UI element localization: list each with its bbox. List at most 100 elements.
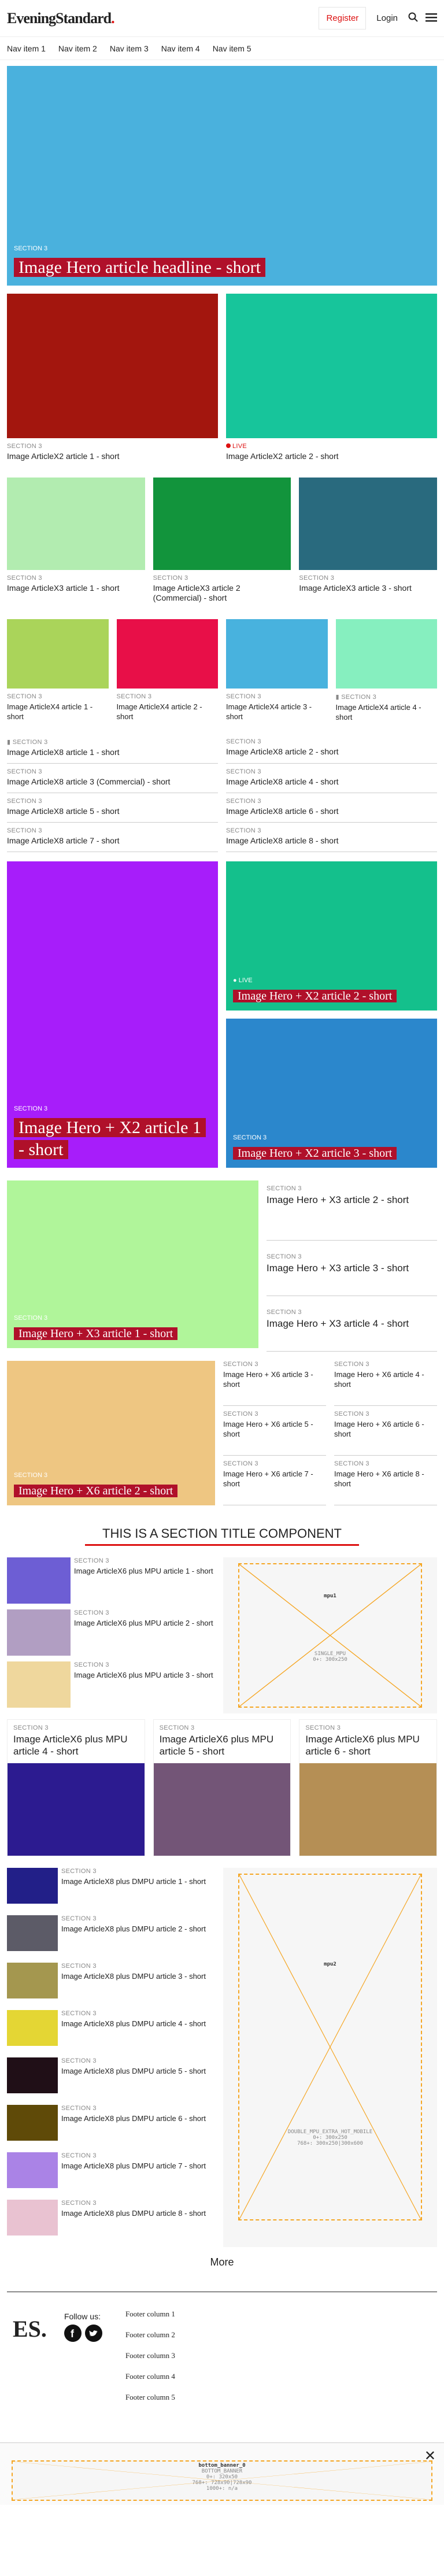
herox6-7[interactable]: SECTION 3 Image Hero + X6 article 8 - sho…: [334, 1456, 437, 1505]
articlex2-1[interactable]: SECTION 3 Image ArticleX2 article 1 - sh…: [7, 294, 218, 461]
article-section: SECTION 3: [305, 1724, 341, 1731]
article-image: [116, 619, 218, 689]
mpu-article-4[interactable]: SECTION 3 Image ArticleX6 plus MPU articl…: [7, 1719, 145, 1856]
article-title: Image ArticleX8 plus DMPU article 2 - sh…: [61, 1924, 206, 1933]
article-section: SECTION 3: [14, 1472, 48, 1479]
dmpu-article-1[interactable]: SECTION 3 Image ArticleX8 plus DMPU artic…: [7, 1868, 215, 1915]
articlex8-6[interactable]: SECTION 3 Image ArticleX8 article 6 - sho…: [226, 793, 437, 823]
twitter-icon[interactable]: [84, 2325, 102, 2344]
articlex8-3[interactable]: SECTION 3 Image ArticleX8 article 3 (Comm…: [7, 764, 218, 793]
article-headline: Image Hero + X6 article 2 - short: [14, 1485, 178, 1497]
article-image: [153, 478, 291, 570]
herox3-1[interactable]: SECTION 3 Image Hero + X3 article 1 - sho…: [7, 1180, 258, 1348]
articlex4-3[interactable]: SECTION 3 Image ArticleX4 article 3 - sho…: [226, 619, 328, 722]
live-badge: LIVE: [232, 443, 247, 450]
article-section: SECTION 3: [334, 1411, 369, 1417]
follow-label: Follow us:: [64, 2312, 101, 2321]
herox6-5[interactable]: SECTION 3 Image Hero + X6 article 6 - sho…: [334, 1406, 437, 1456]
menu-icon[interactable]: [426, 13, 437, 24]
hero-section: SECTION 3: [14, 245, 48, 252]
register-button[interactable]: Register: [319, 7, 367, 29]
article-section: ▮ SECTION 3: [7, 738, 218, 746]
article-section: SECTION 3: [74, 1609, 109, 1616]
dmpu-article-4[interactable]: SECTION 3 Image ArticleX8 plus DMPU artic…: [7, 2010, 215, 2057]
logo[interactable]: EveningStandard.: [7, 10, 114, 27]
herox2-1[interactable]: SECTION 3 Image Hero + X2 article 1 - sho…: [7, 861, 218, 1168]
article-section: SECTION 3: [61, 1963, 97, 1970]
article-title: Image Hero + X6 article 6 - short: [334, 1420, 424, 1438]
articlex2-2[interactable]: LIVE Image ArticleX2 article 2 - short: [226, 294, 437, 461]
dmpu-article-6[interactable]: SECTION 3 Image ArticleX8 plus DMPU artic…: [7, 2105, 215, 2152]
article-section: SECTION 3: [61, 2152, 97, 2159]
articlex3-2[interactable]: SECTION 3 Image ArticleX3 article 2 (Comm…: [153, 478, 291, 603]
nav-item-1[interactable]: Nav item 1: [7, 44, 46, 53]
dmpu-article-2[interactable]: SECTION 3 Image ArticleX8 plus DMPU artic…: [7, 1915, 215, 1963]
ad-mpu2: mpu2 DOUBLE_MPU_EXTRA_HOT_MOBILE 0+: 300x2…: [238, 1874, 422, 2220]
article-image: [7, 1868, 58, 1904]
article-image: [7, 619, 109, 689]
articlex3-3[interactable]: SECTION 3 Image ArticleX3 article 3 - sho…: [299, 478, 438, 603]
article-image: [7, 1915, 58, 1951]
mpu-article-5[interactable]: SECTION 3 Image ArticleX6 plus MPU articl…: [153, 1719, 291, 1856]
article-title: Image Hero + X6 article 4 - short: [334, 1370, 424, 1389]
herox6-2[interactable]: SECTION 3 Image Hero + X6 article 3 - sho…: [223, 1361, 326, 1406]
herox3-2[interactable]: SECTION 3 Image Hero + X3 article 2 - sho…: [267, 1185, 437, 1241]
dmpu-article-7[interactable]: SECTION 3 Image ArticleX8 plus DMPU artic…: [7, 2152, 215, 2200]
articlex8-8[interactable]: SECTION 3 Image ArticleX8 article 8 - sho…: [226, 823, 437, 852]
herox6-3[interactable]: SECTION 3 Image Hero + X6 article 4 - sho…: [334, 1361, 437, 1406]
nav-item-3[interactable]: Nav item 3: [110, 44, 149, 53]
article-title: Image ArticleX8 plus DMPU article 5 - sh…: [61, 2067, 206, 2075]
article-section: SECTION 3: [14, 1315, 48, 1322]
herox6-1[interactable]: SECTION 3 Image Hero + X6 article 2 - sho…: [7, 1361, 215, 1505]
mpu-article-3[interactable]: SECTION 3 Image ArticleX6 plus MPU articl…: [7, 1661, 215, 1713]
articlex4-1[interactable]: SECTION 3 Image ArticleX4 article 1 - sho…: [7, 619, 109, 722]
article-section: SECTION 3: [13, 1724, 49, 1731]
dmpu-article-8[interactable]: SECTION 3 Image ArticleX8 plus DMPU artic…: [7, 2200, 215, 2247]
herox3-4[interactable]: SECTION 3 Image Hero + X3 article 4 - sho…: [267, 1296, 437, 1352]
login-button[interactable]: Login: [373, 8, 401, 29]
herox2-2[interactable]: ● LIVE Image Hero + X2 article 2 - short: [226, 861, 437, 1011]
more-button[interactable]: More: [7, 2256, 437, 2268]
hero-headline: Image Hero article headline - short: [14, 258, 265, 277]
article-section: SECTION 3: [61, 2105, 97, 2112]
article-title: Image Hero + X6 article 3 - short: [223, 1370, 313, 1389]
herox6-4[interactable]: SECTION 3 Image Hero + X6 article 5 - sho…: [223, 1406, 326, 1456]
nav-item-2[interactable]: Nav item 2: [58, 44, 97, 53]
article-title: Image ArticleX8 plus DMPU article 6 - sh…: [61, 2114, 206, 2123]
footer-column-3[interactable]: Footer column 3: [125, 2345, 175, 2366]
facebook-icon[interactable]: f: [64, 2325, 82, 2344]
article-section: SECTION 3: [7, 768, 42, 775]
footer-column-5[interactable]: Footer column 5: [125, 2387, 175, 2408]
nav-item-5[interactable]: Nav item 5: [213, 44, 251, 53]
nav-item-4[interactable]: Nav item 4: [161, 44, 200, 53]
articlex8-2[interactable]: SECTION 3 Image ArticleX8 article 2 - sho…: [226, 734, 437, 764]
search-icon[interactable]: [408, 12, 419, 25]
herox2-3[interactable]: SECTION 3 Image Hero + X2 article 3 - sho…: [226, 1019, 437, 1168]
article-title: Image ArticleX8 article 8 - short: [226, 836, 339, 845]
ad-name: mpu2: [324, 1961, 336, 1967]
article-title: Image ArticleX3 article 3 - short: [299, 583, 412, 593]
footer-column-2[interactable]: Footer column 2: [125, 2325, 175, 2345]
articlex4-4[interactable]: ▮ SECTION 3 Image ArticleX4 article 4 - s…: [335, 619, 437, 722]
herox6-6[interactable]: SECTION 3 Image Hero + X6 article 7 - sho…: [223, 1456, 326, 1505]
herox3-3[interactable]: SECTION 3 Image Hero + X3 article 3 - sho…: [267, 1241, 437, 1296]
footer-column-4[interactable]: Footer column 4: [125, 2366, 175, 2387]
articlex8-1[interactable]: ▮ SECTION 3 Image ArticleX8 article 1 - s…: [7, 734, 218, 764]
footer-column-1[interactable]: Footer column 1: [125, 2304, 175, 2325]
hero-article[interactable]: SECTION 3 Image Hero article headline - …: [7, 66, 437, 286]
dmpu-article-3[interactable]: SECTION 3 Image ArticleX8 plus DMPU artic…: [7, 1963, 215, 2010]
footer-logo[interactable]: ES.: [13, 2315, 47, 2408]
articlex4-2[interactable]: SECTION 3 Image ArticleX4 article 2 - sho…: [116, 619, 218, 722]
articlex3-1[interactable]: SECTION 3 Image ArticleX3 article 1 - sho…: [7, 478, 145, 603]
mpu-article-6[interactable]: SECTION 3 Image ArticleX6 plus MPU articl…: [299, 1719, 438, 1856]
articlex8-4[interactable]: SECTION 3 Image ArticleX8 article 4 - sho…: [226, 764, 437, 793]
dmpu-article-5[interactable]: SECTION 3 Image ArticleX8 plus DMPU artic…: [7, 2057, 215, 2105]
articlex8-7[interactable]: SECTION 3 Image ArticleX8 article 7 - sho…: [7, 823, 218, 852]
article-section: SECTION 3: [7, 693, 42, 700]
article-section: SECTION 3: [233, 1134, 267, 1141]
article-section: SECTION 3: [226, 738, 261, 745]
mpu-article-2[interactable]: SECTION 3 Image ArticleX6 plus MPU articl…: [7, 1609, 215, 1661]
mpu-article-1[interactable]: SECTION 3 Image ArticleX6 plus MPU articl…: [7, 1557, 215, 1609]
article-image: [7, 2057, 58, 2093]
articlex8-5[interactable]: SECTION 3 Image ArticleX8 article 5 - sho…: [7, 793, 218, 823]
